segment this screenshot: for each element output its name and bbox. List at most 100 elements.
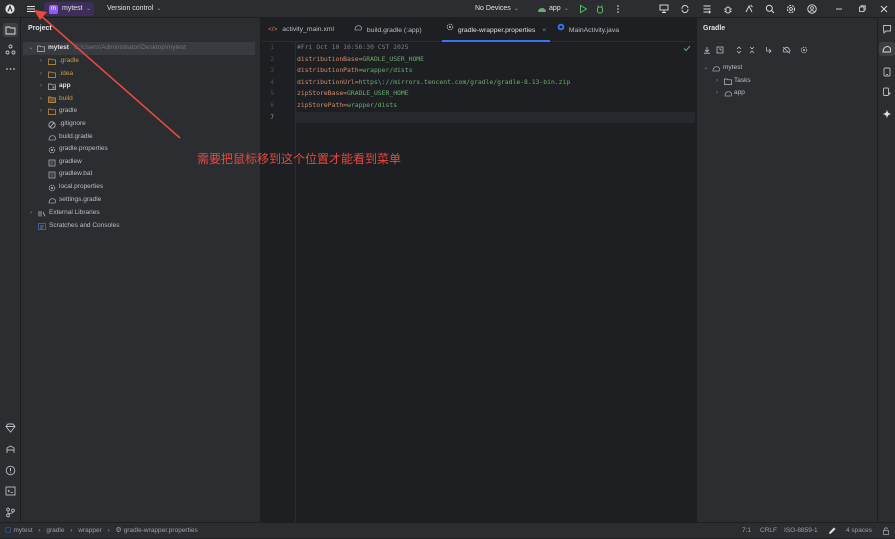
sdk-manager-icon[interactable] [702,4,712,14]
expand-all-icon[interactable] [735,46,743,54]
tree-item-label: build [59,94,73,102]
chevron-right-icon: › [40,95,42,102]
tab-main-activity-java[interactable]: MainActivity.java [557,18,619,42]
more-tool-windows-icon[interactable] [5,66,16,72]
project-name: mytest [62,5,83,12]
file-encoding[interactable]: ISO-8859-1 [784,523,818,539]
tree-item-settings-gradle[interactable]: settings.gradle [21,194,259,207]
terminal-icon[interactable] [5,486,16,496]
main-menu-hamburger-icon[interactable] [26,4,36,14]
sync-gradle-icon[interactable] [680,4,690,14]
download-sources-icon[interactable] [703,46,711,54]
tree-root-mytest[interactable]: ⌄ mytest C:\Users\Administrator\Desktop\… [23,42,255,55]
tree-scratches[interactable]: Scratches and Consoles [21,220,259,233]
bug-report-icon[interactable] [723,4,733,14]
collapse-all-icon[interactable] [748,46,756,54]
tree-item-app[interactable]: › app [21,80,259,93]
tree-external-libraries[interactable]: › External Libraries [21,207,259,220]
gradle-tree-root[interactable]: ⌄ mytest [701,62,871,75]
breadcrumb-item[interactable]: gradle [46,527,64,534]
version-control-icon[interactable] [5,507,16,518]
code-line[interactable]: zipStoreBase=GRADLE_USER_HOME [296,88,695,100]
build-variants-icon[interactable] [5,445,16,455]
code-line[interactable]: zipStorePath=wrapper/dists [296,100,695,112]
tree-item-label: gradle.properties [59,145,108,153]
gemini-sparkle-icon[interactable] [882,109,892,119]
device-explorer-icon[interactable] [882,67,892,77]
gradle-file-icon [354,18,363,42]
close-window-icon[interactable] [879,4,889,14]
code-line[interactable]: #Fri Oct 10 16:56:30 CST 2025 [296,42,695,54]
settings-gear-icon[interactable] [786,4,796,14]
tab-activity-main-xml[interactable]: </> activity_main.xml [268,18,334,42]
device-manager-icon[interactable] [659,4,669,14]
tree-item-build-gradle[interactable]: build.gradle [21,131,259,144]
debug-icon[interactable] [595,4,605,14]
tree-item-build[interactable]: › build [21,93,259,106]
run-icon[interactable] [578,4,588,14]
project-panel-title: Project [28,25,52,32]
title-bar: m mytest ⌄ Version control ⌄ No Devices ⌄ … [0,0,895,18]
pencil-icon[interactable] [828,526,837,535]
property-value: GRADLE_USER_HOME [347,89,409,98]
code-line[interactable]: distributionBase=GRADLE_USER_HOME [296,54,695,66]
close-tab-icon[interactable]: × [542,27,546,34]
reload-icon[interactable] [716,46,724,54]
project-switcher[interactable]: m mytest ⌄ [44,2,94,16]
status-bar: ▢ mytest › gradle › wrapper › ⚙ gradle-w… [0,522,895,538]
device-selector[interactable]: No Devices ⌄ [475,0,519,18]
restore-window-icon[interactable] [857,4,867,14]
tree-item-dot-gitignore[interactable]: .gitignore [21,118,259,131]
link-project-icon[interactable] [765,46,773,54]
code-line[interactable]: distributionPath=wrapper/dists [296,65,695,77]
module-folder-icon [37,45,45,52]
tree-item-label: app [59,82,71,90]
lock-icon[interactable] [882,527,890,535]
structure-icon[interactable] [5,44,16,55]
breadcrumb-item[interactable]: gradle-wrapper.properties [124,527,198,534]
more-actions-icon[interactable] [615,4,621,14]
minimize-window-icon[interactable] [834,4,844,14]
caret-position[interactable]: 7:1 [742,523,751,539]
chevron-right-icon: › [40,83,42,90]
folder-icon [48,71,56,78]
notifications-icon[interactable] [882,24,892,34]
tab-gradle-wrapper-properties[interactable]: gradle-wrapper.properties × [442,18,551,42]
run-config-selector[interactable]: app ⌄ [549,0,569,18]
tab-label: build.gradle (:app) [366,26,422,34]
tree-item-gradlew-bat[interactable]: gradlew.bat [21,168,259,181]
tab-label: gradle-wrapper.properties [457,26,536,34]
breadcrumb-item[interactable]: wrapper [78,527,101,534]
line-separator[interactable]: CRLF [760,523,777,539]
problems-icon[interactable] [5,465,16,476]
tree-item-local-properties[interactable]: local.properties [21,181,259,194]
editor-area: </> activity_main.xml build.gradle (:app… [262,18,695,522]
indent-setting[interactable]: 4 spaces [846,523,872,539]
breadcrumb-item[interactable]: mytest [13,527,32,534]
code-line[interactable]: distributionUrl=https\://mirrors.tencent… [296,77,695,89]
search-icon[interactable] [765,4,775,14]
tree-item-dot-idea[interactable]: › .idea [21,68,259,81]
tree-item-gradle[interactable]: › gradle [21,105,259,118]
property-key: zipStoreBase [297,89,344,98]
account-icon[interactable] [807,4,817,14]
gemini-agent-icon[interactable] [744,4,754,14]
project-tool-button[interactable] [3,23,18,37]
offline-mode-icon[interactable] [782,46,791,54]
line-number: 4 [270,78,274,86]
gradle-tree-app[interactable]: › app [701,87,871,100]
gradle-tasks-label: Tasks [734,76,751,84]
gem-icon[interactable] [5,423,16,433]
gradle-tool-button[interactable] [879,42,895,56]
version-control-label: Version control [107,5,154,12]
code-line-current[interactable] [296,111,695,124]
tab-build-gradle-app[interactable]: build.gradle (:app) [354,18,422,42]
running-devices-icon[interactable] [882,87,892,97]
gradle-settings-icon[interactable] [800,46,808,54]
gitignore-icon [48,121,56,129]
property-value: wrapper/dists [347,101,398,109]
version-control-menu[interactable]: Version control ⌄ [107,0,161,18]
gradle-tree-tasks[interactable]: › Tasks [701,75,871,88]
tree-item-dot-gradle[interactable]: › .gradle [21,55,259,68]
scratches-icon [38,223,46,230]
